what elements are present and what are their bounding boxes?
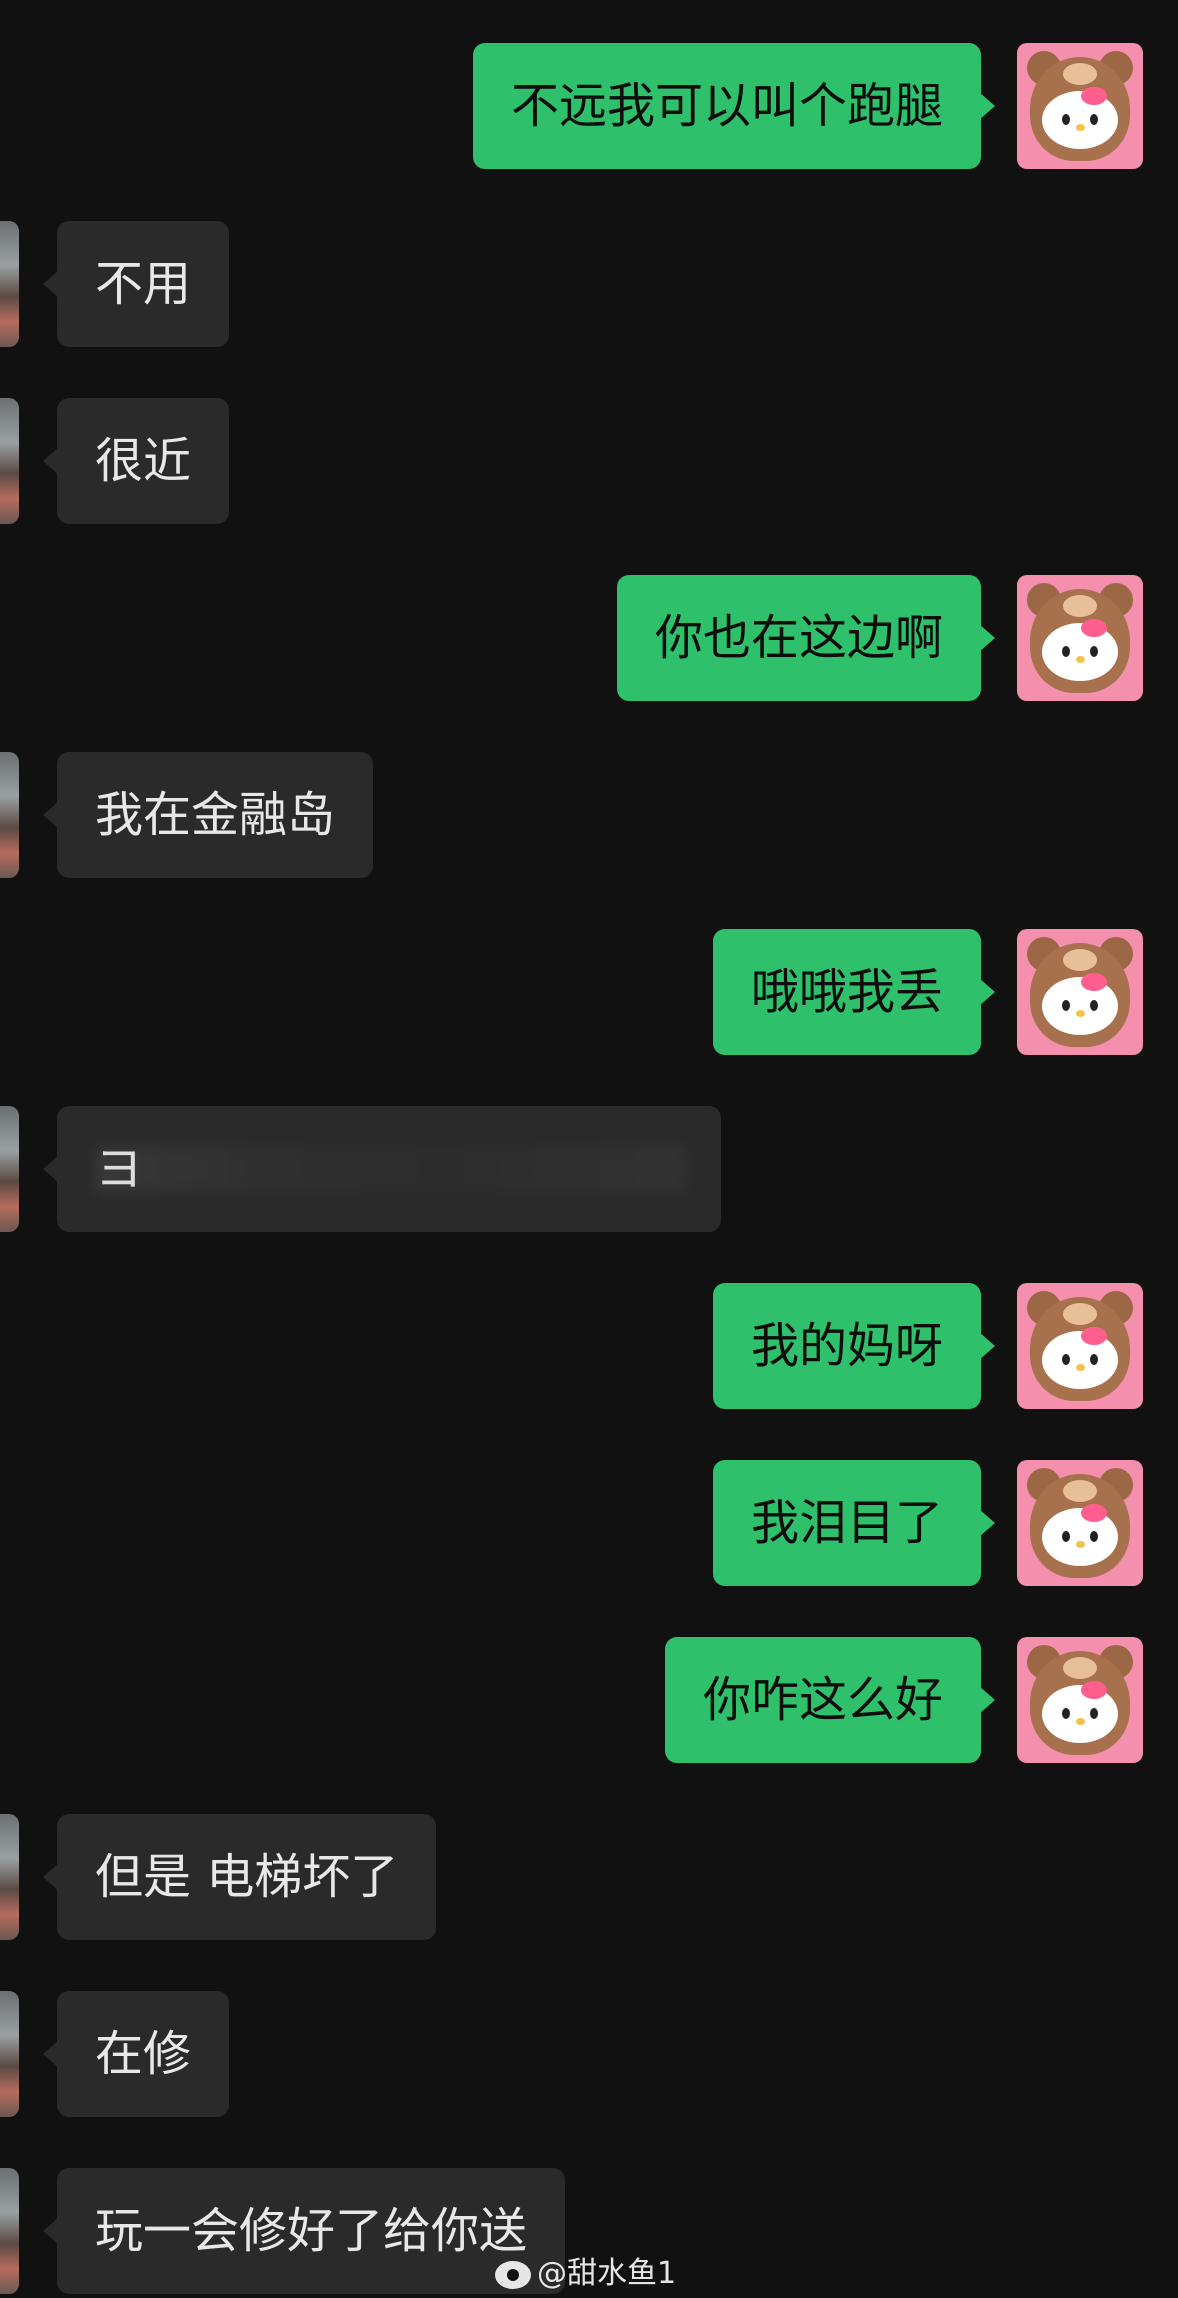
message-bubble-incoming[interactable]: 但是 电梯坏了: [42, 1814, 437, 1940]
message-row: 你也在这边啊: [0, 575, 1178, 701]
message-bubble-incoming[interactable]: 玩一会修好了给你送: [42, 2168, 566, 2294]
message-bubble-outgoing[interactable]: 哦哦我丢: [712, 929, 996, 1055]
message-row: 我泪目了: [0, 1460, 1178, 1586]
user-avatar[interactable]: [1017, 929, 1143, 1055]
message-row: 我的妈呀: [0, 1283, 1178, 1409]
message-row: 很近: [0, 398, 1178, 524]
message-row: ヨ: [0, 1106, 1178, 1232]
message-bubble-incoming[interactable]: 不用: [42, 221, 230, 347]
contact-avatar[interactable]: [0, 1106, 19, 1232]
message-row: 你咋这么好: [0, 1637, 1178, 1763]
user-avatar[interactable]: [1017, 1637, 1143, 1763]
message-row: 在修: [0, 1991, 1178, 2117]
message-row: 我在金融岛: [0, 752, 1178, 878]
contact-avatar[interactable]: [0, 1814, 19, 1940]
watermark: @甜水鱼1: [495, 2253, 676, 2295]
message-row: 不用: [0, 221, 1178, 347]
message-row: 但是 电梯坏了: [0, 1814, 1178, 1940]
message-bubble-outgoing[interactable]: 你也在这边啊: [616, 575, 996, 701]
user-avatar[interactable]: [1017, 1460, 1143, 1586]
contact-avatar[interactable]: [0, 2168, 19, 2294]
message-bubble-outgoing[interactable]: 不远我可以叫个跑腿: [472, 43, 996, 169]
user-avatar[interactable]: [1017, 1283, 1143, 1409]
message-bubble-outgoing[interactable]: 我泪目了: [712, 1460, 996, 1586]
redaction-blur-edge: ヨ: [95, 1141, 144, 1197]
message-bubble-outgoing[interactable]: 你咋这么好: [664, 1637, 996, 1763]
watermark-text: @甜水鱼1: [537, 2256, 677, 2291]
contact-avatar[interactable]: [0, 221, 19, 347]
contact-avatar[interactable]: [0, 1991, 19, 2117]
contact-avatar[interactable]: [0, 398, 19, 524]
message-bubble-outgoing[interactable]: 我的妈呀: [712, 1283, 996, 1409]
contact-avatar[interactable]: [0, 752, 19, 878]
message-row: 哦哦我丢: [0, 929, 1178, 1055]
user-avatar[interactable]: [1017, 43, 1143, 169]
message-row: 不远我可以叫个跑腿: [0, 43, 1178, 169]
user-avatar[interactable]: [1017, 575, 1143, 701]
message-bubble-incoming-redacted[interactable]: ヨ: [43, 1106, 721, 1232]
weibo-icon: [495, 2260, 531, 2289]
message-bubble-incoming[interactable]: 在修: [42, 1991, 230, 2117]
message-bubble-incoming[interactable]: 我在金融岛: [42, 752, 374, 878]
message-bubble-incoming[interactable]: 很近: [42, 398, 230, 524]
redaction-blur: [95, 1146, 685, 1192]
